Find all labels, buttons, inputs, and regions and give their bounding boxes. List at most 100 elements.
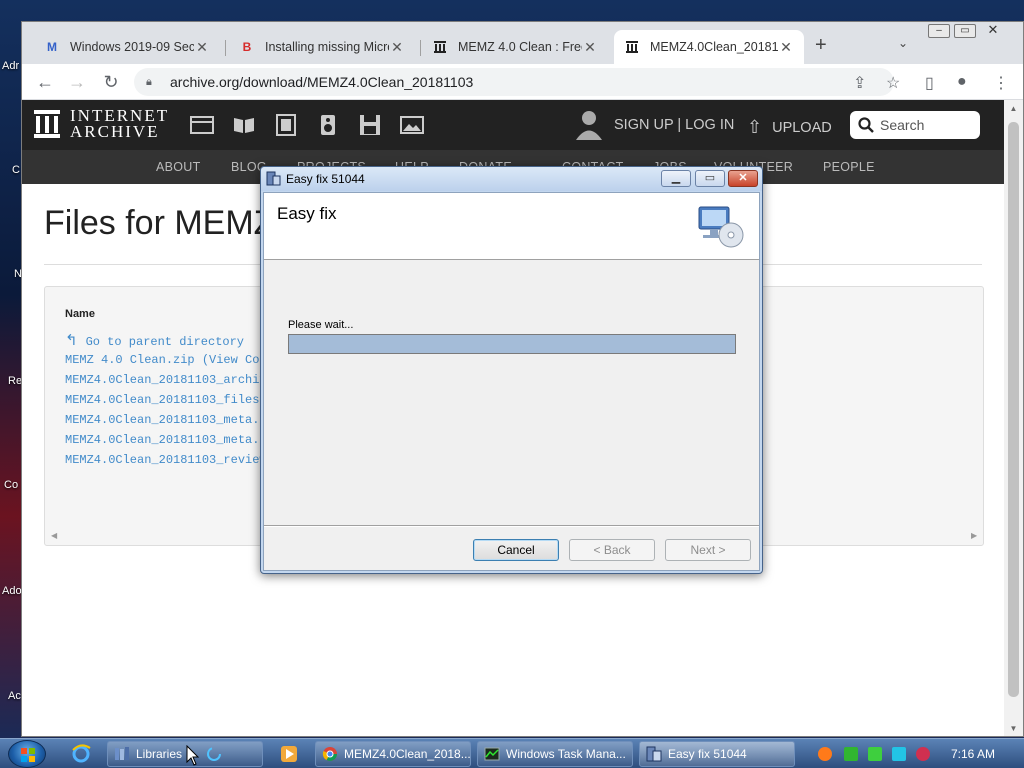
bleepingcomputer-b-icon: B [242, 40, 252, 54]
dialog-header: Easy fix [264, 193, 759, 260]
tray-display-icon[interactable] [892, 747, 906, 761]
texts-book-icon[interactable] [232, 114, 256, 136]
scrollbar-thumb[interactable] [1008, 122, 1019, 697]
easy-fix-icon [646, 746, 662, 762]
new-tab-plus-icon[interactable]: + [815, 34, 827, 57]
progress-bar [288, 334, 736, 354]
next-button[interactable]: Next > [665, 539, 751, 561]
software-floppy-icon[interactable] [358, 114, 382, 136]
logo-line: ARCHIVE [70, 122, 160, 141]
tray-app-icon[interactable] [818, 747, 832, 761]
search-box[interactable]: Search [850, 111, 980, 139]
forward-arrow-icon[interactable]: → [66, 72, 88, 93]
vertical-scrollbar[interactable]: ▲ ▼ [1004, 100, 1023, 736]
desktop-icon-label[interactable]: Ado [2, 585, 22, 597]
progress-fill [289, 335, 735, 353]
media-player-icon[interactable] [279, 744, 299, 764]
taskbar-button-label: MEMZ4.0Clean_2018... [344, 747, 471, 761]
browser-tab[interactable]: B Installing missing Micro ✕ [229, 30, 415, 64]
desktop-icon-label[interactable]: C [12, 164, 20, 176]
dialog-body: Easy fix Please wait... Cancel < Back Ne… [263, 192, 760, 571]
close-icon[interactable]: ✕ [582, 39, 598, 56]
upload-arrow-icon: ⇧ [747, 117, 763, 137]
lock-icon: 🔒︎ [146, 76, 152, 88]
menu-kebab-icon[interactable]: ⋮ [993, 73, 1009, 93]
tray-battery-icon[interactable] [844, 747, 858, 761]
minimize-button[interactable]: – [928, 24, 950, 38]
profile-avatar-icon[interactable]: ● [957, 73, 967, 91]
browser-tab-active[interactable]: MEMZ4.0Clean_201811 ✕ [614, 30, 804, 64]
user-avatar-icon[interactable] [575, 109, 603, 141]
web-icon[interactable] [190, 114, 214, 136]
taskbar-button-active[interactable]: Easy fix 51044 [639, 741, 795, 767]
taskbar: Libraries MEMZ4.0Clean_2018... Windows T… [0, 738, 1024, 768]
close-icon[interactable]: ✕ [778, 39, 794, 56]
clock[interactable]: 7:16 AM [951, 747, 995, 761]
address-bar[interactable]: 🔒︎ archive.org/download/MEMZ4.0Clean_201… [134, 68, 894, 96]
parent-directory-label: Go to parent directory [85, 335, 245, 349]
browser-tab[interactable]: MEMZ 4.0 Clean : Free D ✕ [422, 30, 608, 64]
temple-icon [34, 110, 60, 138]
dialog-title: Easy fix 51044 [286, 172, 365, 186]
taskbar-button-label: Easy fix 51044 [668, 747, 747, 761]
browser-tab[interactable]: M Windows 2019-09 Secu ✕ [34, 30, 220, 64]
back-arrow-icon[interactable]: ← [34, 72, 56, 93]
tab-strip: M Windows 2019-09 Secu ✕ B Installing mi… [22, 22, 1023, 64]
upload-label: UPLOAD [772, 119, 832, 136]
column-header-name: Name [65, 308, 95, 320]
close-icon[interactable]: ✕ [194, 39, 210, 56]
taskbar-button[interactable]: Windows Task Mana... [477, 741, 633, 767]
side-panel-icon[interactable]: ▯ [925, 73, 934, 93]
back-button[interactable]: < Back [569, 539, 655, 561]
reload-icon[interactable]: ↻ [100, 72, 122, 93]
scroll-right-icon[interactable]: ▶ [971, 531, 977, 540]
nav-item[interactable]: ABOUT [156, 160, 201, 174]
internet-archive-icon [432, 39, 448, 55]
parent-directory-link[interactable]: ↰ Go to parent directory [65, 331, 244, 349]
nav-item[interactable]: PEOPLE [823, 160, 875, 174]
scroll-down-icon[interactable]: ▼ [1004, 724, 1023, 733]
scroll-up-icon[interactable]: ▲ [1004, 104, 1023, 113]
desktop-icon-label[interactable]: Co [4, 479, 18, 491]
file-link[interactable]: MEMZ4.0Clean_20181103_files.xml [65, 393, 288, 407]
computer-disc-icon [698, 206, 744, 248]
dialog-minimize-button[interactable]: ▁ [661, 170, 691, 187]
dialog-maximize-button[interactable]: ▭ [695, 170, 725, 187]
upload-link[interactable]: ⇧ UPLOAD [747, 117, 832, 138]
libraries-icon [115, 747, 129, 760]
video-film-icon[interactable] [274, 114, 298, 136]
images-icon[interactable] [400, 114, 424, 136]
cancel-button[interactable]: Cancel [473, 539, 559, 561]
internet-archive-logo[interactable]: INTERNET ARCHIVE [34, 107, 169, 141]
bookmark-star-icon[interactable]: ☆ [886, 73, 900, 93]
search-icon [858, 117, 874, 133]
maximize-button[interactable]: ▭ [954, 24, 976, 38]
tray-network-icon[interactable] [868, 747, 882, 761]
browser-toolbar: ← → ↻ 🔒︎ archive.org/download/MEMZ4.0Cle… [22, 64, 1023, 100]
tray-volume-icon[interactable] [916, 747, 930, 761]
taskbar-button-label: Windows Task Mana... [506, 747, 626, 761]
internet-explorer-icon[interactable] [71, 744, 91, 764]
dialog-titlebar[interactable]: Easy fix 51044 ▁ ▭ ✕ [261, 167, 762, 191]
start-button[interactable] [8, 740, 46, 768]
taskbar-button[interactable]: Libraries [107, 741, 263, 767]
share-icon[interactable]: ⇪ [853, 73, 866, 93]
desktop-icon-label[interactable]: Ac [8, 690, 21, 702]
ia-header: INTERNET ARCHIVE SIGN UP | LOG IN ⇧ UPLOA… [22, 100, 1004, 150]
task-manager-icon [484, 747, 500, 761]
desktop-icon-label[interactable]: Adr [2, 60, 19, 72]
close-icon[interactable]: ✕ [389, 39, 405, 56]
sign-up-login-link[interactable]: SIGN UP | LOG IN [614, 117, 734, 133]
up-arrow-icon: ↰ [65, 331, 78, 349]
close-window-button[interactable]: ✕ [982, 23, 1004, 38]
url-text: archive.org/download/MEMZ4.0Clean_201811… [170, 74, 474, 90]
desktop-icon-label[interactable]: Re [8, 375, 22, 387]
file-link[interactable]: MEMZ4.0Clean_20181103_meta.xml [65, 433, 281, 447]
chevron-down-icon[interactable]: ⌄ [898, 36, 908, 50]
audio-speaker-icon[interactable] [316, 114, 340, 136]
taskbar-button[interactable]: MEMZ4.0Clean_2018... [315, 741, 471, 767]
dialog-close-button[interactable]: ✕ [728, 170, 758, 187]
tab-divider [225, 40, 226, 56]
scroll-left-icon[interactable]: ◀ [51, 531, 57, 540]
tab-title: MEMZ 4.0 Clean : Free D [458, 40, 582, 54]
